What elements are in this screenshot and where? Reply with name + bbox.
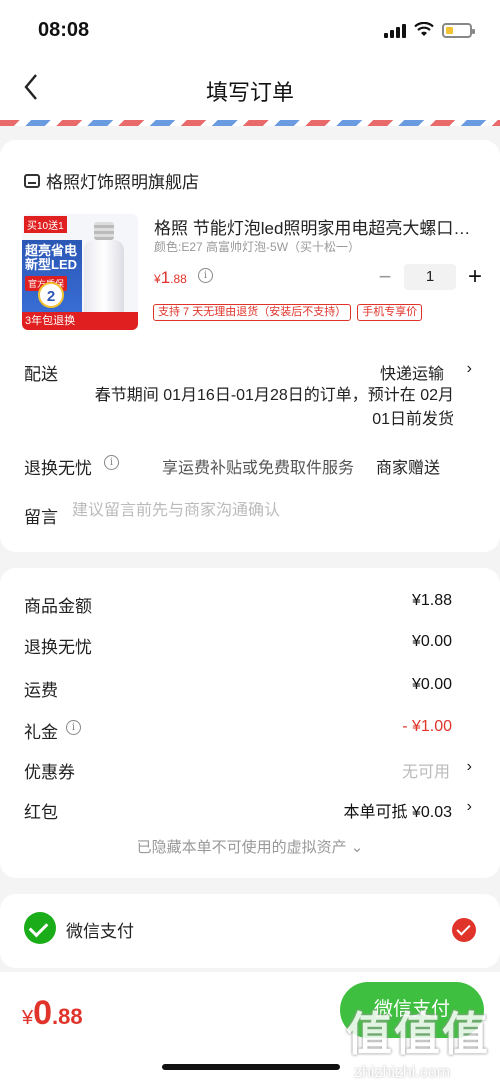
product-image-top-tag: 买10送1 (24, 216, 67, 233)
total-dec: .88 (52, 1004, 83, 1029)
coupon-label: 优惠券 (24, 763, 75, 782)
price-int: 1 (160, 268, 171, 287)
delivery-note: 春节期间 01月16日-01月28日的订单，预计在 02月01日前发货 (94, 387, 454, 428)
wechat-pay-icon (24, 912, 56, 944)
coupon-value[interactable]: 无可用 (402, 758, 450, 782)
battery-icon (442, 22, 475, 38)
status-bar: 08:08 (0, 0, 500, 58)
info-icon[interactable]: i (198, 268, 213, 283)
chevron-right-icon[interactable]: › (467, 360, 472, 378)
info-icon[interactable]: i (104, 455, 119, 470)
goods-amount-label: 商品金额 (24, 597, 92, 616)
product-image[interactable]: 超亮省电新型LED 官方质保 2 买10送1 3年包退换 (22, 214, 138, 330)
page-title: 填写订单 (205, 80, 294, 105)
shipping-label: 运费 (24, 681, 58, 700)
quantity-stepper: − 1 + (372, 263, 488, 291)
checkout-bar: ¥0.88 微信支付 值值值 zhizhizhi.com (0, 972, 500, 1082)
signal-icon (384, 22, 406, 38)
info-icon[interactable]: i (66, 720, 81, 735)
wifi-icon (414, 22, 434, 36)
delivery-label: 配送 (24, 365, 58, 384)
message-label: 留言 (24, 508, 58, 527)
price-symbol: ¥ (154, 272, 161, 286)
watermark: 值值值 zhizhizhi.com (346, 998, 496, 1081)
return-fee-value: ¥0.00 (411, 633, 452, 650)
nav-bar: 填写订单 (0, 58, 500, 120)
increase-button[interactable]: + (462, 263, 488, 291)
delivery-method[interactable]: 快递运输 (380, 360, 444, 384)
watermark-url: zhizhizhi.com (354, 1064, 451, 1081)
chevron-right-icon[interactable]: › (467, 758, 472, 776)
total-int: 0 (33, 994, 53, 1032)
store-icon (24, 173, 40, 188)
product-price: ¥1.88 (154, 268, 187, 288)
status-icons (384, 22, 475, 38)
return-policy-tag: 支持 7 天无理由退货（安装后不支持） (153, 304, 352, 321)
return-service-desc: 享运费补贴或免费取件服务 (162, 460, 355, 477)
mobile-price-tag: 手机专享价 (357, 304, 423, 321)
goods-amount-value: ¥1.88 (411, 592, 452, 609)
status-time: 08:08 (38, 19, 90, 41)
return-service-label: 退换无忧 (24, 459, 92, 478)
payment-method-card[interactable]: 微信支付 (0, 894, 500, 968)
hidden-assets-toggle[interactable]: 已隐藏本单不可使用的虚拟资产 ⌄ (0, 836, 500, 857)
product-image-headline: 超亮省电新型LED (25, 243, 78, 272)
product-image-bottom: 3年包退换 (22, 312, 138, 330)
total-symbol: ¥ (22, 1007, 34, 1029)
product-tags: 支持 7 天无理由退货（安装后不支持） 手机专享价 (153, 304, 423, 321)
bulb-graphic (80, 222, 128, 324)
decrease-button[interactable]: − (372, 264, 398, 290)
quantity-value[interactable]: 1 (404, 264, 456, 290)
gift-cash-label: 礼金 (24, 723, 58, 742)
product-variant[interactable]: 颜色:E27 高富帅灯泡-5W（买十松一） (154, 238, 360, 255)
price-dec: .88 (170, 272, 187, 286)
watermark-chars: 值值值 (346, 1008, 490, 1060)
return-fee-label: 退换无忧 (24, 638, 92, 657)
payment-method-label: 微信支付 (66, 922, 134, 941)
store-name: 格照灯饰照明旗舰店 (46, 173, 199, 192)
red-packet-label: 红包 (24, 803, 58, 822)
store-header[interactable]: 格照灯饰照明旗舰店 (24, 168, 199, 193)
gift-cash-value: - ¥1.00 (402, 718, 452, 735)
check-icon[interactable] (452, 918, 476, 942)
product-name[interactable]: 格照 节能灯泡led照明家用电超亮大螺口… (154, 214, 476, 239)
red-packet-value[interactable]: 本单可抵 ¥0.03 (344, 798, 453, 822)
order-item-card: 格照灯饰照明旗舰店 超亮省电新型LED 官方质保 2 买10送1 3年包退换 格… (0, 140, 500, 552)
airmail-divider (0, 120, 500, 126)
home-indicator[interactable] (162, 1064, 340, 1070)
message-input[interactable] (72, 502, 472, 520)
chevron-right-icon[interactable]: › (467, 798, 472, 816)
price-summary-card: 商品金额 ¥1.88 退换无忧 ¥0.00 运费 ¥0.00 礼金 i - ¥1… (0, 568, 500, 878)
return-service-value: 商家赠送 (376, 460, 441, 477)
shipping-value: ¥0.00 (411, 676, 452, 693)
product-image-badge: 2 (38, 282, 64, 308)
total-price: ¥0.88 (22, 994, 83, 1033)
